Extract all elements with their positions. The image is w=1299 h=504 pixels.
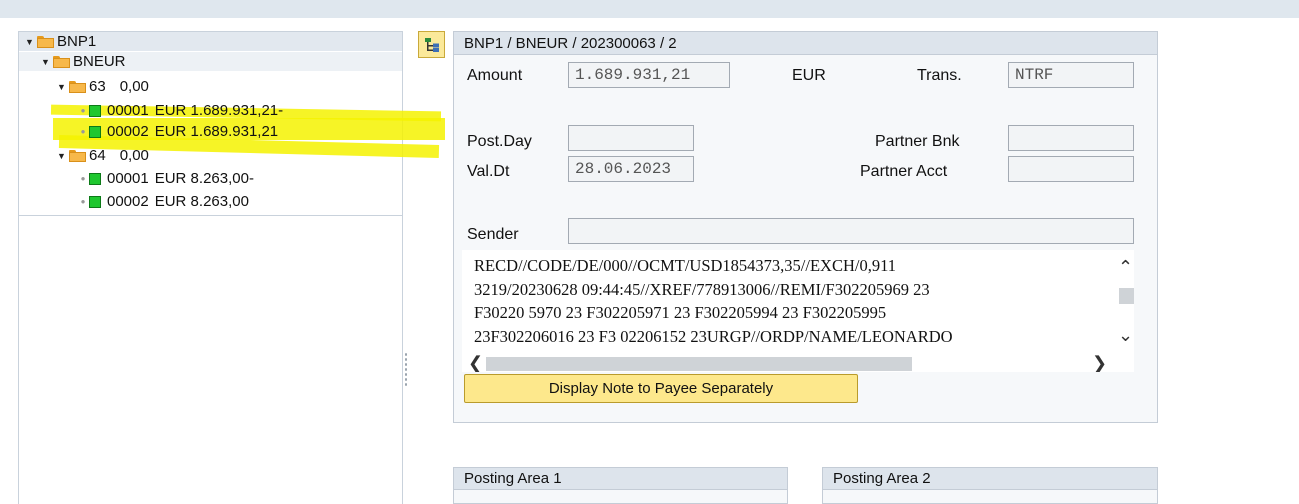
amount-field[interactable]: 1.689.931,21: [568, 62, 730, 88]
horizontal-scroll-thumb[interactable]: [486, 357, 912, 371]
note-line: 3219/20230628 09:44:45//XREF/778913006//…: [474, 279, 930, 299]
partner-bank-label: Partner Bnk: [875, 133, 960, 150]
item-id: 00001: [107, 170, 149, 187]
item-amount: EUR 1.689.931,21-: [154, 102, 284, 119]
vertical-scroll-thumb[interactable]: [1119, 288, 1134, 304]
statement-number: 63: [89, 78, 106, 95]
item-amount: EUR 1.689.931,21: [154, 123, 279, 140]
currency-label: EUR: [792, 67, 826, 84]
bullet-icon: ●: [80, 174, 86, 183]
sender-label: Sender: [467, 226, 519, 243]
item-id: 00002: [107, 193, 149, 210]
trans-label: Trans.: [917, 67, 962, 84]
value-date-label: Val.Dt: [467, 163, 510, 180]
expand-arrow-icon[interactable]: ▼: [41, 57, 53, 67]
status-green-icon: [89, 125, 101, 138]
note-line: RECD//CODE/DE/000//OCMT/USD1854373,35//E…: [474, 256, 896, 275]
expand-arrow-icon[interactable]: ▼: [57, 82, 69, 92]
horizontal-scrollbar[interactable]: ❮ ❯: [462, 354, 1115, 372]
status-green-icon: [89, 195, 101, 208]
item-id: 00002: [107, 123, 149, 140]
note-text: RECD//CODE/DE/000//OCMT/USD1854373,35//E…: [474, 254, 1114, 348]
status-green-icon: [89, 104, 101, 117]
tree-bottom-divider: [19, 215, 402, 216]
expand-arrow-icon[interactable]: ▼: [25, 37, 37, 47]
posting-area-2-panel: Posting Area 2: [822, 467, 1158, 504]
item-amount: EUR 8.263,00: [154, 193, 249, 210]
top-toolbar-strip: [0, 0, 1299, 18]
scroll-left-icon[interactable]: ❮: [468, 354, 483, 372]
note-line: F30220 5970 23 F302205971 23 F302205994 …: [474, 303, 887, 322]
folder-open-icon: [69, 149, 86, 162]
folder-open-icon: [37, 35, 54, 48]
vertical-scrollbar[interactable]: ⌃ ⌄: [1115, 250, 1134, 354]
note-to-payee-textarea[interactable]: RECD//CODE/DE/000//OCMT/USD1854373,35//E…: [462, 250, 1134, 372]
sender-field[interactable]: [568, 218, 1134, 244]
statement-balance: 0,00: [119, 78, 149, 95]
scroll-down-icon[interactable]: ⌄: [1118, 326, 1133, 344]
post-day-field[interactable]: [568, 125, 694, 151]
posting-area-2-title: Posting Area 2: [823, 468, 1157, 490]
trans-field[interactable]: NTRF: [1008, 62, 1134, 88]
item-amount: EUR 8.263,00-: [154, 170, 254, 187]
tree-node-root[interactable]: ▼ BNP1: [19, 32, 402, 51]
tree-item-selected[interactable]: ● 00002 EUR 1.689.931,21: [19, 122, 279, 141]
tree-node-statement-63[interactable]: ▼ 63 0,00: [19, 77, 149, 96]
toggle-tree-button[interactable]: [418, 31, 445, 58]
pane-splitter-handle[interactable]: [404, 352, 408, 388]
statement-tree: ▼ BNP1 ▼ BNEUR ▼ 63 0,00 ● 00001 EUR 1.6…: [18, 31, 445, 504]
amount-label: Amount: [467, 67, 523, 84]
folder-open-icon: [53, 55, 70, 68]
folder-open-icon: [69, 80, 86, 93]
posting-area-1-panel: Posting Area 1: [453, 467, 788, 504]
tree-node-bank-account[interactable]: ▼ BNEUR: [19, 52, 402, 71]
status-green-icon: [89, 172, 101, 185]
expand-arrow-icon[interactable]: ▼: [57, 151, 69, 161]
tree-node-statement-64[interactable]: ▼ 64 0,00: [19, 146, 149, 165]
tree-structure-icon: [424, 37, 439, 52]
note-line: 23F302206016 23 F3 02206152 23URGP//ORDP…: [474, 326, 953, 346]
item-id: 00001: [107, 102, 149, 119]
tree-node-label: BNEUR: [73, 53, 126, 70]
scroll-right-icon[interactable]: ❯: [1092, 354, 1107, 372]
statement-number: 64: [89, 147, 106, 164]
tree-item[interactable]: ● 00001 EUR 1.689.931,21-: [19, 101, 284, 120]
panel-title: BNP1 / BNEUR / 202300063 / 2: [454, 32, 1157, 55]
partner-account-label: Partner Acct: [860, 163, 948, 180]
partner-account-field[interactable]: [1008, 156, 1134, 182]
bullet-icon: ●: [80, 127, 86, 136]
tree-item[interactable]: ● 00001 EUR 8.263,00-: [19, 169, 254, 188]
value-date-field[interactable]: 28.06.2023: [568, 156, 694, 182]
bullet-icon: ●: [80, 106, 86, 115]
post-day-label: Post.Day: [467, 133, 532, 150]
partner-bank-field[interactable]: [1008, 125, 1134, 151]
scroll-up-icon[interactable]: ⌃: [1118, 258, 1133, 276]
statement-balance: 0,00: [119, 147, 149, 164]
tree-node-label: BNP1: [57, 33, 97, 50]
tree-item[interactable]: ● 00002 EUR 8.263,00: [19, 192, 249, 211]
bullet-icon: ●: [80, 197, 86, 206]
display-note-button[interactable]: Display Note to Payee Separately: [464, 374, 858, 403]
posting-area-1-title: Posting Area 1: [454, 468, 787, 490]
